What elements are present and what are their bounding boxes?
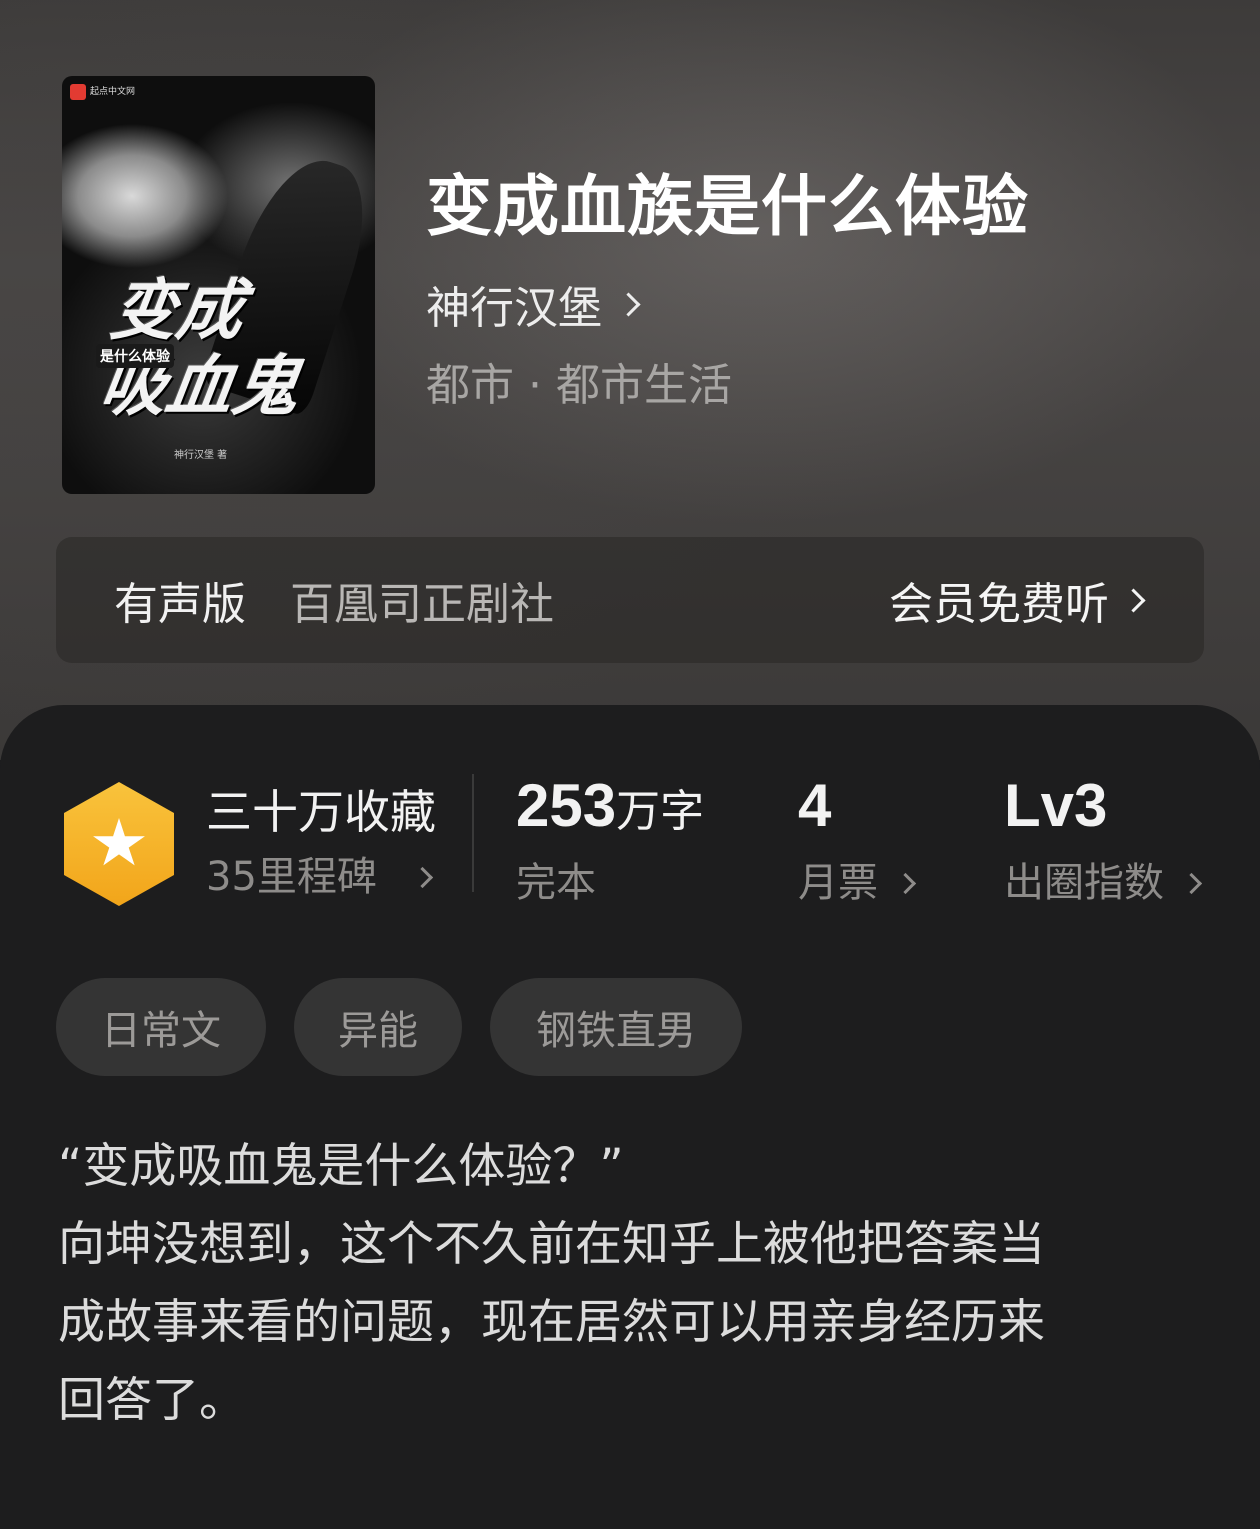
book-description[interactable]: “变成吸血鬼是什么体验？” 向坤没想到，这个不久前在知乎上被他把答案当 成故事来… <box>58 1128 1208 1440</box>
monthly-tickets-label: 月票 <box>798 860 878 906</box>
influence-label: 出圈指数 <box>1004 860 1164 906</box>
audiobook-label: 有声版 <box>114 579 246 630</box>
star-icon <box>93 818 145 866</box>
chevron-right-icon <box>616 291 641 317</box>
author-name: 神行汉堡 <box>426 283 602 334</box>
listen-free-button[interactable]: 会员免费听 <box>889 568 1146 632</box>
book-cover[interactable]: 起点中文网 变成 吸血鬼 是什么体验 神行汉堡 著 <box>62 76 375 494</box>
word-count: 253万字 <box>516 776 705 840</box>
listen-free-label: 会员免费听 <box>889 579 1109 630</box>
chevron-right-icon <box>894 872 917 894</box>
cover-publisher: 起点中文网 <box>90 87 136 97</box>
stats-divider <box>472 774 474 892</box>
monthly-tickets-link[interactable]: 月票 <box>798 858 917 908</box>
chevron-right-icon <box>1121 587 1146 613</box>
author-link[interactable]: 神行汉堡 <box>426 276 641 334</box>
word-count-number: 253 <box>516 772 617 839</box>
tag-chip[interactable]: 钢铁直男 <box>490 978 742 1076</box>
cover-art-title-line1: 变成 <box>105 271 249 349</box>
description-line: 回答了。 <box>58 1373 246 1428</box>
cover-art-subtitle: 是什么体验 <box>96 344 174 368</box>
cover-art-author: 神行汉堡 著 <box>174 450 228 461</box>
monthly-tickets: 4 <box>798 776 831 838</box>
publisher-logo-icon <box>70 84 86 100</box>
chevron-right-icon <box>411 866 434 888</box>
book-genre[interactable]: 都市 · 都市生活 <box>426 358 732 414</box>
word-count-unit: 万字 <box>616 786 705 837</box>
collection-count: 三十万收藏 <box>206 785 436 839</box>
description-line: “变成吸血鬼是什么体验？” <box>58 1139 624 1194</box>
audiobook-studio: 百凰司正剧社 <box>290 579 554 630</box>
influence-value: Lv3 <box>1004 772 1108 839</box>
tag-chip[interactable]: 异能 <box>294 978 462 1076</box>
audiobook-banner[interactable]: 有声版 百凰司正剧社 会员免费听 <box>56 537 1204 663</box>
description-line: 成故事来看的问题，现在居然可以用亲身经历来 <box>58 1295 1045 1350</box>
milestones-label: 35里程碑 <box>206 854 377 900</box>
milestones-link[interactable]: 35里程碑 <box>206 852 434 902</box>
description-line: 向坤没想到，这个不久前在知乎上被他把答案当 <box>58 1217 1045 1272</box>
completion-status: 完本 <box>516 860 596 906</box>
influence-index: Lv3 <box>1004 776 1107 838</box>
influence-link[interactable]: 出圈指数 <box>1004 858 1203 908</box>
book-title: 变成血族是什么体验 <box>426 167 1029 245</box>
monthly-tickets-value: 4 <box>798 772 832 839</box>
tag-chip[interactable]: 日常文 <box>56 978 266 1076</box>
chevron-right-icon <box>1180 872 1203 894</box>
